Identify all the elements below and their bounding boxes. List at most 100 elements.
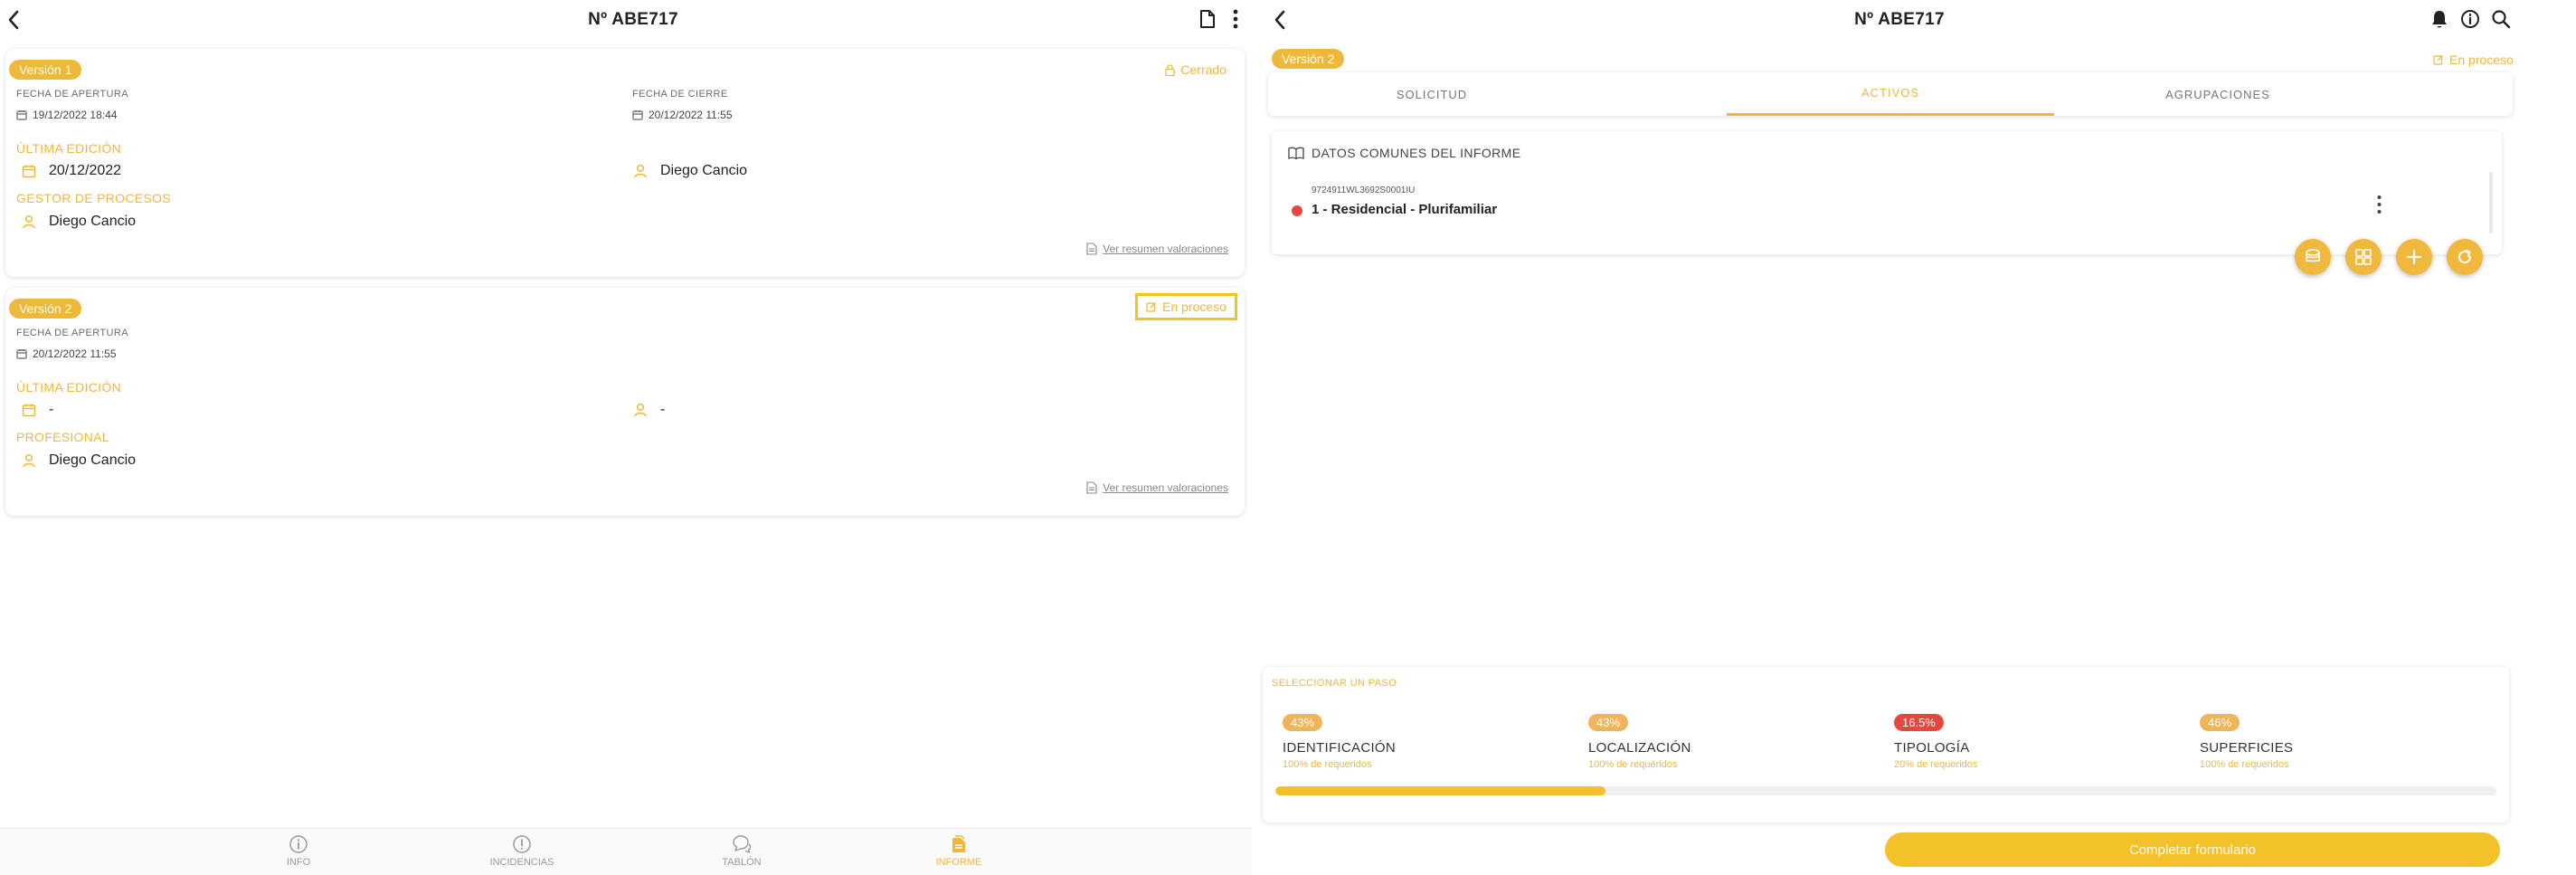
asset-options-button[interactable] [2372, 191, 2386, 218]
step-percentage: 16.5% [1894, 714, 1944, 731]
step-title: LOCALIZACIÓN [1588, 740, 1691, 756]
tabs-bar: SOLICITUD ACTIVOS AGRUPACIONES [1268, 72, 2513, 116]
nav-item-tablon[interactable]: TABLÓN [687, 834, 796, 868]
tab-activos[interactable]: ACTIVOS [1727, 72, 2054, 116]
last-edit-date-text: - [49, 402, 54, 417]
version-1-card[interactable]: Versión 1 Cerrado FECHA DE APERTURA 19/1… [5, 49, 1245, 277]
step-identificacion[interactable]: 43% IDENTIFICACIÓN 100% de requeridos [1283, 714, 1581, 770]
grid-icon [2355, 249, 2372, 265]
common-data-card: DATOS COMUNES DEL INFORME 9724911WL3692S… [1272, 131, 2502, 254]
plus-icon [2406, 249, 2422, 265]
professional-user: Diego Cancio [22, 452, 136, 469]
asset-name: 1 - Residencial - Plurifamiliar [1312, 202, 1498, 217]
edit-icon [1146, 302, 1157, 312]
user-icon [634, 403, 647, 417]
steps-title: SELECCIONAR UN PASO [1272, 678, 1397, 689]
tab-agrupaciones[interactable]: AGRUPACIONES [2054, 72, 2382, 116]
opening-date-label: FECHA DE APERTURA [16, 328, 128, 338]
step-subtitle: 100% de requeridos [2200, 759, 2289, 770]
status-closed: Cerrado [1165, 62, 1226, 77]
opening-date-value: 19/12/2022 18:44 [16, 109, 117, 121]
refresh-icon [2458, 250, 2472, 264]
nav-item-incidencias[interactable]: INCIDENCIAS [468, 834, 576, 868]
back-button[interactable] [2, 7, 25, 33]
progress-track [1275, 786, 2496, 795]
layers-button[interactable] [2295, 239, 2331, 275]
nav-item-informe[interactable]: INFORME [904, 834, 1013, 868]
step-tipologia[interactable]: 16.5% TIPOLOGÍA 20% de requeridos [1894, 714, 2192, 770]
step-localizacion[interactable]: 43% LOCALIZACIÓN 100% de requeridos [1588, 714, 1887, 770]
back-button[interactable] [1268, 7, 1292, 33]
opening-date-text: 19/12/2022 18:44 [33, 109, 118, 121]
kebab-menu-icon [1233, 9, 1238, 29]
calendar-icon [22, 165, 36, 178]
version-badge: Versión 1 [9, 60, 82, 80]
info-button[interactable] [2458, 7, 2482, 31]
status-in-progress[interactable]: En proceso [1135, 293, 1237, 320]
view-valuation-summary-text: Ver resumen valoraciones [1103, 243, 1228, 255]
right-panel: Nº ABE717 Versión 2 En proceso SOLICITUD… [1252, 0, 2576, 875]
closing-date-value: 20/12/2022 11:55 [632, 109, 733, 121]
scrollbar[interactable] [2489, 172, 2493, 233]
opening-date-value: 20/12/2022 11:55 [16, 347, 117, 360]
edit-icon [2433, 55, 2443, 65]
common-data-header[interactable]: DATOS COMUNES DEL INFORME [1288, 146, 1520, 160]
process-manager-label: GESTOR DE PROCESOS [16, 191, 171, 205]
opening-date-label: FECHA DE APERTURA [16, 89, 128, 100]
view-valuation-summary-link[interactable]: Ver resumen valoraciones [1086, 243, 1228, 255]
document-button[interactable] [1196, 7, 1219, 31]
process-manager-name: Diego Cancio [49, 214, 137, 229]
step-title: IDENTIFICACIÓN [1283, 740, 1397, 756]
alert-icon [513, 835, 531, 853]
lock-icon [1165, 63, 1176, 76]
status-label: Cerrado [1180, 62, 1226, 77]
tab-solicitud[interactable]: SOLICITUD [1268, 72, 1596, 116]
version-2-card[interactable]: Versión 2 En proceso FECHA DE APERTURA 2… [5, 288, 1245, 516]
more-options-button[interactable] [1226, 7, 1245, 31]
bottom-navigation: INFO INCIDENCIAS TABLÓN INFORME [0, 828, 1252, 875]
asset-row[interactable]: 9724911WL3692S0001IU 1 - Residencial - P… [1292, 185, 2477, 231]
bell-icon [2432, 11, 2447, 28]
chevron-left-icon [8, 10, 19, 30]
version-badge: Versión 2 [1272, 49, 1345, 69]
asset-reference: 9724911WL3692S0001IU [1312, 185, 1416, 195]
step-superficies[interactable]: 46% SUPERFICIES 100% de requeridos [2200, 714, 2498, 770]
view-valuation-summary-link[interactable]: Ver resumen valoraciones [1086, 481, 1228, 494]
document-icon [1086, 243, 1097, 255]
status-in-progress: En proceso [2433, 52, 2514, 67]
last-edit-user-text: - [660, 402, 666, 417]
process-manager-user: Diego Cancio [22, 214, 136, 230]
search-button[interactable] [2489, 7, 2513, 31]
opening-date-text: 20/12/2022 11:55 [33, 347, 117, 360]
status-label: En proceso [1162, 300, 1226, 314]
common-data-label: DATOS COMUNES DEL INFORME [1312, 146, 1521, 160]
last-edit-user: - [633, 402, 665, 418]
asset-status-dot [1292, 205, 1302, 216]
user-icon [634, 164, 647, 178]
document-icon [1086, 481, 1097, 494]
steps-card: SELECCIONAR UN PASO 43% IDENTIFICACIÓN 1… [1263, 667, 2509, 823]
nav-item-label: TABLÓN [722, 857, 762, 868]
add-asset-button[interactable] [2396, 239, 2432, 275]
nav-item-info[interactable]: INFO [244, 834, 353, 868]
last-edit-label: ÚLTIMA EDICIÓN [16, 141, 121, 156]
page-title: Nº ABE717 [588, 10, 678, 29]
progress-fill [1275, 786, 1605, 795]
professional-label: PROFESIONAL [16, 430, 109, 444]
complete-form-button[interactable]: Completar formulario [1885, 832, 2500, 867]
info-icon [2461, 10, 2479, 28]
last-edit-date-text: 20/12/2022 [49, 163, 122, 178]
calendar-icon [632, 110, 643, 120]
step-subtitle: 100% de requeridos [1283, 759, 1372, 770]
left-panel: Nº ABE717 Versión 1 Cerrado FECHA DE APE… [0, 0, 1252, 875]
last-edit-label: ÚLTIMA EDICIÓN [16, 380, 121, 395]
grid-view-button[interactable] [2345, 239, 2382, 275]
chat-icon [733, 835, 752, 853]
step-percentage: 46% [2200, 714, 2240, 731]
step-title: SUPERFICIES [2200, 740, 2294, 756]
kebab-menu-icon [2377, 195, 2381, 214]
refresh-button[interactable] [2447, 239, 2483, 275]
chevron-left-icon [1274, 10, 1285, 30]
last-edit-user-text: Diego Cancio [660, 163, 748, 178]
notifications-button[interactable] [2428, 7, 2451, 31]
